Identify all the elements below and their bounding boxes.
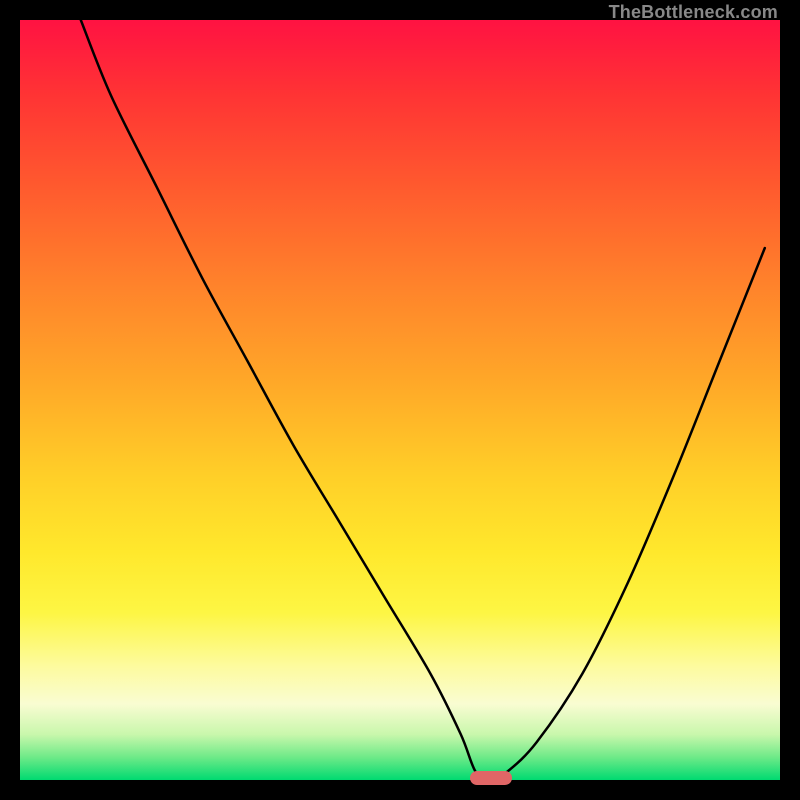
bottleneck-curve-line bbox=[81, 20, 765, 780]
bottleneck-chart: TheBottleneck.com bbox=[0, 0, 800, 800]
curve-svg bbox=[20, 20, 780, 780]
optimal-marker bbox=[470, 771, 512, 785]
plot-area bbox=[20, 20, 780, 780]
